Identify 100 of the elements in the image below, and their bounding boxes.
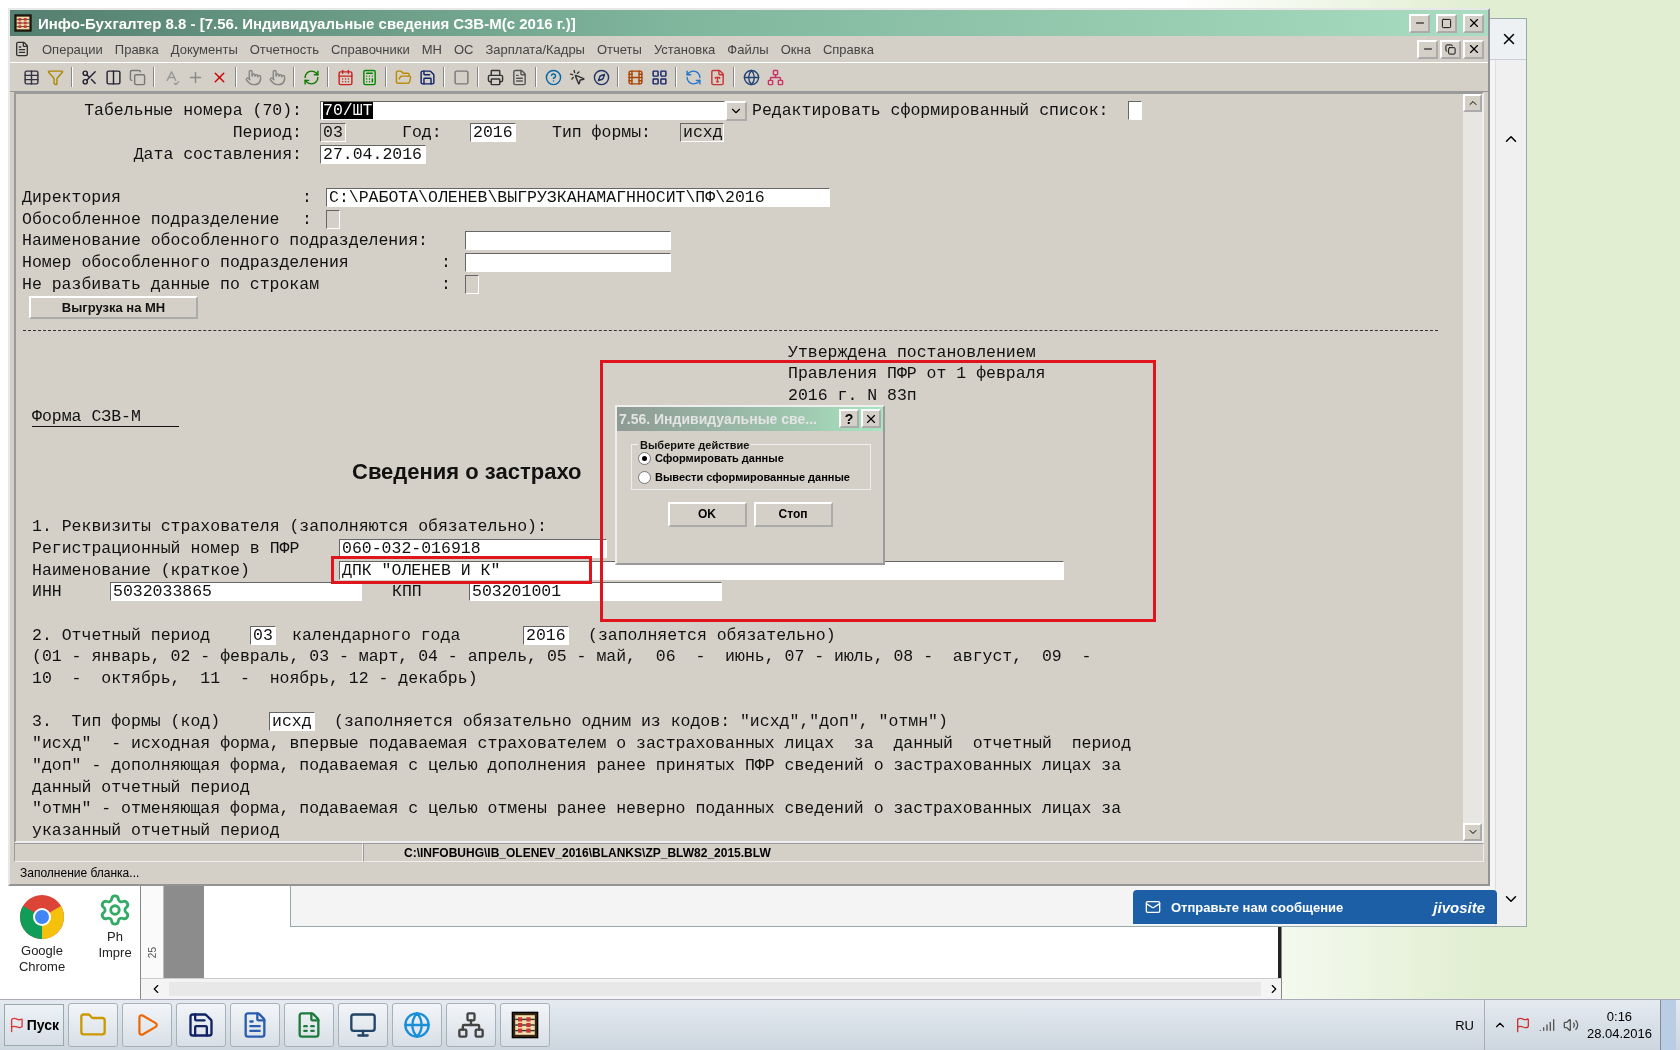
field-label: Номер обособленного подразделения (22, 253, 349, 273)
menu-item[interactable]: Справочники (325, 39, 416, 59)
input-field[interactable]: 70/ШТ (320, 101, 725, 121)
hand-pointer-icon (268, 68, 286, 86)
signal-icon[interactable] (1538, 1017, 1555, 1033)
taskbar-button[interactable] (338, 1003, 388, 1047)
menu-item[interactable]: Справка (816, 39, 880, 59)
colon-text: : (441, 274, 451, 294)
taskbar-button[interactable] (446, 1003, 496, 1047)
field-label: Наименование обособленного подразделения: (22, 231, 428, 251)
input-field[interactable]: 5032033865 (110, 582, 362, 602)
description-text: "отмн" - отменяющая форма, подаваемая с целью отмены ранее неверно поданных сведений о застрахованных лицах за (32, 799, 1122, 819)
field-label: Год: (402, 123, 442, 143)
chrome-logo-icon[interactable] (18, 893, 66, 941)
input-field[interactable] (465, 253, 671, 273)
file-path: C:\INFOBUHG\IB_OLENEV_2016\BLANKS\ZP_BLW82_2015.BLW (363, 843, 1484, 862)
network-icon (457, 1011, 485, 1039)
app-abacus-icon (14, 14, 32, 32)
field-label: 3. Тип формы (код) (32, 712, 221, 732)
chat-banner[interactable]: Отправьте нам сообщение jivosite (1133, 890, 1497, 924)
dialog-button[interactable]: OK (667, 501, 747, 527)
checkbox[interactable] (326, 209, 340, 229)
start-button[interactable]: Пуск (4, 1004, 64, 1046)
description-text: "исхд" - исходная форма, впервые подаваемая страхователем о застрахованных лицах за данный отчетный период (32, 734, 1132, 754)
printer-icon (486, 68, 504, 86)
input-field[interactable]: 03 (250, 625, 276, 645)
dropdown-button[interactable] (725, 100, 747, 121)
folder-icon (79, 1011, 107, 1039)
input-field[interactable]: исхд (680, 123, 724, 143)
note-text: (заполняется обязательно одним из кодов: "исхд","доп", "отмн") (334, 712, 948, 732)
flag-icon[interactable] (1514, 1017, 1531, 1033)
mail-icon (1145, 899, 1161, 915)
menu-item[interactable]: Отчетность (243, 39, 325, 59)
globe-icon (403, 1011, 431, 1039)
field-label: Дата составления: (133, 144, 302, 164)
input-field[interactable] (465, 231, 671, 251)
scroll-up-button[interactable] (1463, 94, 1482, 112)
maximize-button[interactable] (1436, 13, 1457, 33)
menu-item[interactable]: Документы (164, 39, 244, 59)
input-field[interactable]: 503201001 (469, 582, 722, 602)
network-icon (766, 68, 784, 86)
menu-item[interactable]: МН (415, 39, 448, 59)
close-button[interactable] (861, 409, 881, 429)
context-help-icon (568, 68, 586, 86)
input-field[interactable]: 2016 (470, 123, 516, 143)
desktop-icon-label[interactable]: Ph Impre (92, 929, 138, 961)
input-field[interactable]: исхд (269, 712, 315, 732)
dialog-button[interactable]: Стоп (753, 501, 833, 527)
speaker-icon[interactable] (1562, 1017, 1579, 1033)
menu-item[interactable]: Отчеты (590, 39, 648, 59)
menu-item[interactable]: Файлы (721, 39, 775, 59)
taskbar-button[interactable] (176, 1003, 226, 1047)
horizontal-scrollbar[interactable] (141, 978, 1281, 999)
minimize-button[interactable] (1409, 13, 1430, 33)
grid-icon (650, 68, 668, 86)
calendar-icon (336, 68, 354, 86)
minimize-button[interactable] (1417, 39, 1438, 59)
monitor-icon (349, 1011, 377, 1039)
form-heading: Сведения о застрахо (352, 458, 582, 485)
input-field[interactable]: 27.04.2016 (320, 144, 426, 164)
section-title: 1. Реквизиты страхователя (заполняются обязательно): (32, 517, 547, 537)
input-field[interactable]: C:\РАБОТА\ОЛЕНЕВ\ВЫГРУЗКАНАМАГННОСИТ\ПФ\2016 (326, 188, 830, 208)
radio-option[interactable]: Вывести сформированные данные (638, 469, 864, 485)
radio-option[interactable]: Сформировать данные (638, 450, 864, 466)
colon-text: : (302, 209, 312, 229)
export-button[interactable]: Выгрузка на МН (29, 295, 198, 319)
film-icon (626, 68, 644, 86)
help-button[interactable]: ? (839, 409, 859, 429)
vertical-scrollbar[interactable] (1463, 94, 1482, 841)
taskbar-button[interactable] (500, 1003, 550, 1047)
restore-button[interactable] (1440, 39, 1461, 59)
desktop-icon-label[interactable]: Google Chrome (12, 943, 72, 975)
menu-item[interactable]: Установка (647, 39, 722, 59)
scrollbar[interactable] (1495, 60, 1526, 926)
close-button[interactable] (1463, 39, 1484, 59)
field-label: Табельные номера (70): (84, 101, 302, 121)
checkbox[interactable] (465, 274, 479, 294)
clock[interactable]: 0:16 28.04.2016 (1586, 1008, 1652, 1042)
columns-icon (104, 68, 122, 86)
ruler-number: 25 (146, 946, 158, 958)
restore-icon (1445, 43, 1456, 55)
folder-icon (394, 68, 412, 86)
clock-date: 28.04.2016 (1586, 1025, 1652, 1042)
field-label: календарного года (292, 625, 461, 645)
menu-item[interactable]: ОС (447, 39, 480, 59)
input-field[interactable]: 2016 (523, 625, 569, 645)
input-field[interactable]: 03 (320, 123, 346, 143)
field-label: Наименование (краткое) (32, 560, 250, 580)
field-label: Директория (22, 188, 122, 208)
document-icon[interactable] (14, 41, 30, 57)
close-button[interactable] (1463, 13, 1484, 33)
menu-item[interactable]: Зарплата/Кадры (479, 39, 591, 59)
legend-text: 10 - октябрь, 11 - ноябрь, 12 - декабрь) (32, 669, 478, 689)
checkbox[interactable] (1128, 101, 1142, 121)
field-label: Тип формы: (552, 123, 652, 143)
menu-item[interactable]: Окна (774, 39, 817, 59)
menu-item[interactable]: Операции (36, 39, 109, 59)
menu-item[interactable]: Правка (108, 39, 165, 59)
scroll-down-button[interactable] (1463, 823, 1482, 841)
language-indicator[interactable]: RU (1455, 1017, 1474, 1033)
